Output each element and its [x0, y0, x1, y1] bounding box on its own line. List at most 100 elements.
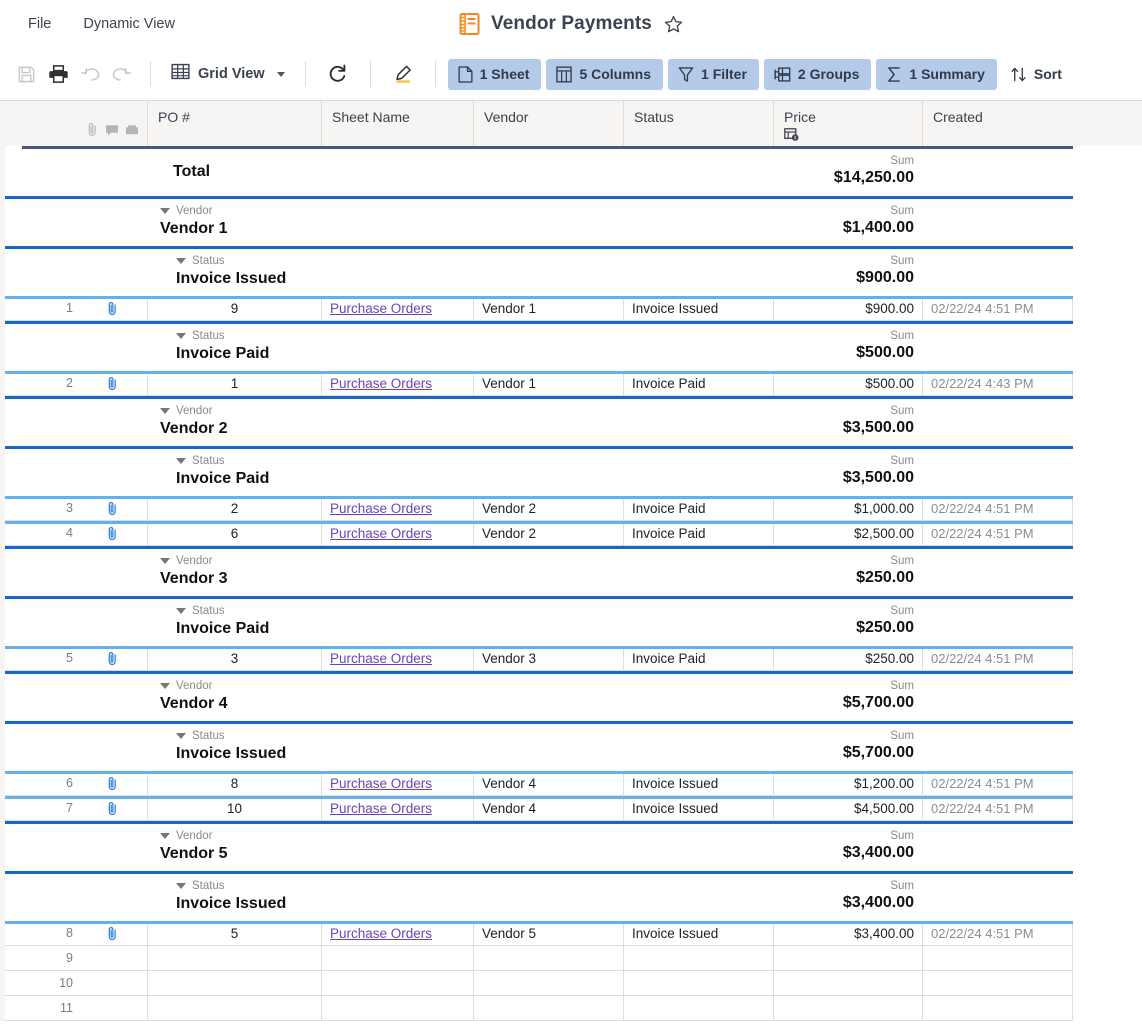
row-attachment-cell[interactable] [77, 646, 148, 671]
collapse-triangle-icon[interactable] [160, 833, 170, 839]
cell-status[interactable]: Invoice Issued [624, 796, 774, 821]
grid-view-selector[interactable]: Grid View [163, 58, 293, 90]
cell-sheet-name[interactable] [322, 946, 474, 971]
collapse-triangle-icon[interactable] [176, 733, 186, 739]
cell-price[interactable]: $3,400.00 [774, 921, 923, 946]
cell-price[interactable]: $500.00 [774, 371, 923, 396]
print-icon[interactable] [42, 58, 74, 90]
cell-sheet-name[interactable] [322, 971, 474, 996]
column-header-status[interactable]: Status [624, 101, 774, 146]
column-header-po[interactable]: PO # [148, 101, 322, 146]
columns-filter-button[interactable]: 5 Columns [546, 58, 664, 90]
table-row[interactable]: 7 10 Purchase Orders Vendor 4 Invoice Issued… [0, 796, 1142, 821]
cell-created[interactable]: 02/22/24 4:51 PM [923, 521, 1073, 546]
summary-button[interactable]: 1 Summary [876, 58, 997, 90]
sheet-name-link[interactable]: Purchase Orders [330, 801, 432, 816]
table-row[interactable]: 5 3 Purchase Orders Vendor 3 Invoice Paid $25… [0, 646, 1142, 671]
sheet-name-link[interactable]: Purchase Orders [330, 301, 432, 316]
refresh-icon[interactable] [318, 58, 358, 90]
table-row[interactable]: 4 6 Purchase Orders Vendor 2 Invoice Paid $2,… [0, 521, 1142, 546]
collapse-triangle-icon[interactable] [160, 683, 170, 689]
row-attachment-cell[interactable] [77, 946, 148, 971]
sheet-filter-button[interactable]: 1 Sheet [447, 58, 542, 90]
undo-icon[interactable] [74, 58, 106, 90]
collapse-triangle-icon[interactable] [160, 208, 170, 214]
cell-created[interactable] [923, 971, 1073, 996]
column-header-created[interactable]: Created [923, 101, 1142, 146]
column-header-vendor[interactable]: Vendor [474, 101, 624, 146]
collapse-triangle-icon[interactable] [176, 258, 186, 264]
cell-status[interactable]: Invoice Issued [624, 771, 774, 796]
menu-item-dynamic-view[interactable]: Dynamic View [73, 12, 185, 36]
cell-sheet-name[interactable]: Purchase Orders [322, 646, 474, 671]
cell-vendor[interactable] [474, 971, 624, 996]
cell-price[interactable]: $250.00 [774, 646, 923, 671]
cell-sheet-name[interactable] [322, 996, 474, 1021]
cell-price[interactable] [774, 946, 923, 971]
cell-price[interactable]: $1,000.00 [774, 496, 923, 521]
cell-po[interactable]: 2 [148, 496, 322, 521]
cell-vendor[interactable]: Vendor 1 [474, 296, 624, 321]
sheet-name-link[interactable]: Purchase Orders [330, 526, 432, 541]
table-row[interactable]: 8 5 Purchase Orders Vendor 5 Invoice Issued $… [0, 921, 1142, 946]
collapse-triangle-icon[interactable] [176, 458, 186, 464]
cell-vendor[interactable] [474, 946, 624, 971]
filter-button[interactable]: 1 Filter [668, 58, 759, 90]
table-row-empty[interactable]: 9 [0, 946, 1142, 971]
row-attachment-cell[interactable] [77, 796, 148, 821]
collapse-triangle-icon[interactable] [176, 333, 186, 339]
cell-created[interactable]: 02/22/24 4:51 PM [923, 771, 1073, 796]
highlight-changes-icon[interactable] [383, 58, 423, 90]
cell-created[interactable]: 02/22/24 4:51 PM [923, 496, 1073, 521]
cell-sheet-name[interactable]: Purchase Orders [322, 921, 474, 946]
sheet-name-link[interactable]: Purchase Orders [330, 926, 432, 941]
cell-vendor[interactable]: Vendor 2 [474, 521, 624, 546]
cell-vendor[interactable]: Vendor 5 [474, 921, 624, 946]
row-attachment-cell[interactable] [77, 921, 148, 946]
cell-status[interactable] [624, 971, 774, 996]
groups-button[interactable]: 2 Groups [763, 58, 872, 90]
row-attachment-cell[interactable] [77, 496, 148, 521]
sheet-name-link[interactable]: Purchase Orders [330, 501, 432, 516]
collapse-triangle-icon[interactable] [176, 608, 186, 614]
row-attachment-cell[interactable] [77, 971, 148, 996]
cell-po[interactable] [148, 946, 322, 971]
table-row-empty[interactable]: 10 [0, 971, 1142, 996]
cell-vendor[interactable]: Vendor 3 [474, 646, 624, 671]
cell-price[interactable]: $1,200.00 [774, 771, 923, 796]
collapse-triangle-icon[interactable] [160, 558, 170, 564]
proof-icon[interactable] [125, 124, 139, 140]
cell-price[interactable]: $900.00 [774, 296, 923, 321]
cell-po[interactable] [148, 996, 322, 1021]
sheet-name-link[interactable]: Purchase Orders [330, 776, 432, 791]
row-attachment-cell[interactable] [77, 771, 148, 796]
collapse-triangle-icon[interactable] [176, 883, 186, 889]
cell-status[interactable]: Invoice Paid [624, 371, 774, 396]
cell-created[interactable]: 02/22/24 4:43 PM [923, 371, 1073, 396]
cell-created[interactable]: 02/22/24 4:51 PM [923, 796, 1073, 821]
cell-status[interactable]: Invoice Paid [624, 496, 774, 521]
cell-po[interactable]: 5 [148, 921, 322, 946]
cell-status[interactable]: Invoice Issued [624, 921, 774, 946]
cell-sheet-name[interactable]: Purchase Orders [322, 496, 474, 521]
cell-created[interactable]: 02/22/24 4:51 PM [923, 921, 1073, 946]
table-row[interactable]: 3 2 Purchase Orders Vendor 2 Invoice Paid $1,… [0, 496, 1142, 521]
cell-status[interactable]: Invoice Issued [624, 296, 774, 321]
cell-sheet-name[interactable]: Purchase Orders [322, 296, 474, 321]
column-header-price[interactable]: Price [774, 101, 923, 146]
cell-po[interactable]: 6 [148, 521, 322, 546]
cell-po[interactable]: 8 [148, 771, 322, 796]
cell-sheet-name[interactable]: Purchase Orders [322, 371, 474, 396]
cell-created[interactable]: 02/22/24 4:51 PM [923, 296, 1073, 321]
cell-price[interactable] [774, 996, 923, 1021]
cell-vendor[interactable]: Vendor 4 [474, 796, 624, 821]
cell-po[interactable] [148, 971, 322, 996]
table-row[interactable]: 6 8 Purchase Orders Vendor 4 Invoice Issued $… [0, 771, 1142, 796]
collapse-triangle-icon[interactable] [160, 408, 170, 414]
table-row-empty[interactable]: 11 [0, 996, 1142, 1021]
table-row[interactable]: 1 9 Purchase Orders Vendor 1 Invoice Issued $… [0, 296, 1142, 321]
row-attachment-cell[interactable] [77, 371, 148, 396]
cell-created[interactable] [923, 946, 1073, 971]
cell-sheet-name[interactable]: Purchase Orders [322, 796, 474, 821]
cell-price[interactable] [774, 971, 923, 996]
